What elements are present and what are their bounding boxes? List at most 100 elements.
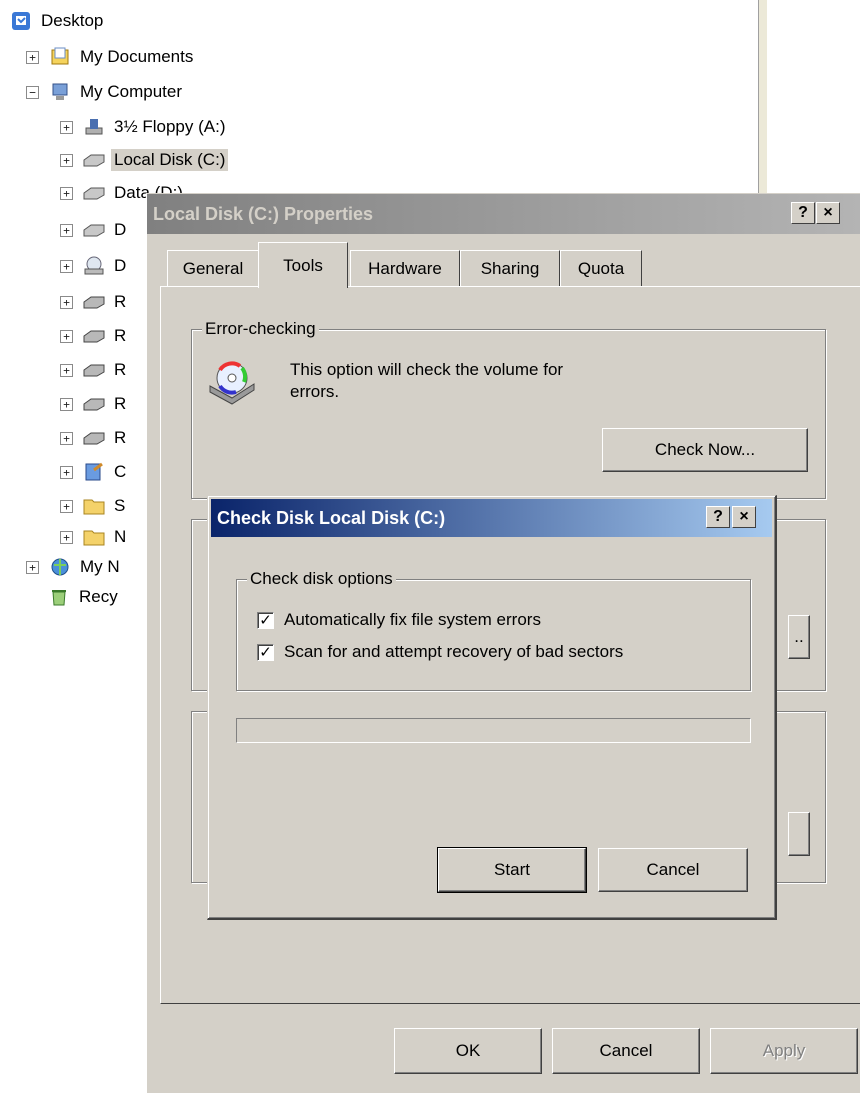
my-documents-icon xyxy=(49,47,71,67)
checkmark-icon: ✓ xyxy=(259,611,272,629)
button-label: Check Now... xyxy=(654,440,756,459)
expand-icon[interactable]: + xyxy=(60,295,73,309)
option-label: Automatically fix file system errors xyxy=(284,610,541,629)
expand-icon[interactable]: + xyxy=(60,329,73,343)
tree-label: R xyxy=(114,428,127,447)
tree-label: R xyxy=(114,360,127,379)
start-button[interactable]: Start xyxy=(437,847,587,893)
cancel-button[interactable]: Cancel xyxy=(552,1028,700,1074)
tree-label: Recy xyxy=(79,587,118,606)
checkmark-icon: ✓ xyxy=(259,643,272,661)
tree-item-folder[interactable]: + N xyxy=(60,520,129,554)
cd-drive-icon xyxy=(83,256,105,276)
tree-label: R xyxy=(114,326,127,345)
help-button[interactable]: ? xyxy=(706,506,730,528)
description-line: This option will check the volume for xyxy=(290,360,564,379)
recycle-bin-icon xyxy=(48,587,70,607)
option-label: Scan for and attempt recovery of bad sec… xyxy=(284,642,624,661)
button-label: .. xyxy=(794,627,804,646)
tree-label: S xyxy=(114,496,126,515)
tree-item-floppy[interactable]: + 3½ Floppy (A:) xyxy=(60,110,229,144)
expand-icon[interactable]: + xyxy=(26,560,39,574)
tab-quota[interactable]: Quota xyxy=(560,250,642,286)
fix-errors-checkbox[interactable]: ✓ xyxy=(257,611,274,629)
check-disk-dialog: Check Disk Local Disk (C:) ? × Check dis… xyxy=(207,495,777,920)
tree-item-network-drive[interactable]: + R xyxy=(60,353,129,387)
close-button[interactable]: × xyxy=(816,202,840,224)
tab-sharing[interactable]: Sharing xyxy=(460,250,560,286)
tree-item-recycle-bin[interactable]: Recy xyxy=(48,580,121,614)
tab-hardware[interactable]: Hardware xyxy=(350,250,460,286)
tab-general[interactable]: General xyxy=(167,250,259,286)
expand-icon[interactable]: + xyxy=(26,50,39,64)
hard-disk-icon xyxy=(83,183,105,203)
tree-item-my-network[interactable]: + My N xyxy=(26,550,123,584)
tab-label: Sharing xyxy=(480,258,540,278)
error-checking-group: Error-checking This option will check th… xyxy=(191,319,826,499)
ok-button[interactable]: OK xyxy=(394,1028,542,1074)
tree-label: Local Disk (C:) xyxy=(111,149,229,171)
tab-label: Quota xyxy=(577,258,625,278)
expand-icon[interactable]: + xyxy=(60,153,73,167)
tree-label: D xyxy=(114,220,127,239)
network-drive-icon xyxy=(83,326,105,346)
tree-item-network-drive[interactable]: + R xyxy=(60,387,129,421)
expand-icon[interactable]: + xyxy=(60,465,73,479)
partial-button[interactable] xyxy=(788,812,810,856)
close-button[interactable]: × xyxy=(732,506,756,528)
expand-icon[interactable]: + xyxy=(60,259,73,273)
tree-item-folder[interactable]: + S xyxy=(60,489,128,523)
apply-button[interactable]: Apply xyxy=(710,1028,858,1074)
tree-item-my-computer[interactable]: − My Computer xyxy=(26,75,185,109)
expand-icon[interactable]: + xyxy=(60,499,73,513)
collapse-icon[interactable]: − xyxy=(26,85,39,99)
tree-item-desktop[interactable]: Desktop xyxy=(10,4,106,38)
tab-label: Tools xyxy=(283,255,323,275)
cancel-button[interactable]: Cancel xyxy=(598,848,748,892)
group-legend: Check disk options xyxy=(247,569,396,589)
check-now-button[interactable]: Check Now... xyxy=(602,428,808,472)
tree-item-my-documents[interactable]: + My Documents xyxy=(26,40,196,74)
button-label: Cancel xyxy=(599,1041,653,1060)
fix-errors-option[interactable]: ✓ Automatically fix file system errors xyxy=(257,610,541,630)
network-drive-icon xyxy=(83,360,105,380)
tree-item-local-disk-c[interactable]: + Local Disk (C:) xyxy=(60,143,229,177)
close-icon: × xyxy=(823,204,833,221)
my-computer-icon xyxy=(49,82,71,102)
expand-icon[interactable]: + xyxy=(60,431,73,445)
button-label: Cancel xyxy=(646,860,700,879)
tree-label: Desktop xyxy=(41,11,104,30)
tree-label: R xyxy=(114,292,127,311)
tree-item-network-drive[interactable]: + R xyxy=(60,319,129,353)
properties-titlebar[interactable]: Local Disk (C:) Properties xyxy=(147,194,860,234)
check-disk-options-group: Check disk options ✓ Automatically fix f… xyxy=(236,569,751,691)
expand-icon[interactable]: + xyxy=(60,397,73,411)
button-label: Start xyxy=(494,860,530,879)
dialog-title: Local Disk (C:) Properties xyxy=(153,203,374,224)
expand-icon[interactable]: + xyxy=(60,530,73,544)
check-disk-titlebar[interactable]: Check Disk Local Disk (C:) xyxy=(211,499,772,537)
help-icon: ? xyxy=(713,508,723,525)
partial-button[interactable]: .. xyxy=(788,615,810,659)
scan-bad-sectors-option[interactable]: ✓ Scan for and attempt recovery of bad s… xyxy=(257,642,623,662)
scan-bad-sectors-checkbox[interactable]: ✓ xyxy=(257,643,274,661)
tree-label: C xyxy=(114,462,127,481)
network-drive-icon xyxy=(83,292,105,312)
floppy-drive-icon xyxy=(83,117,105,137)
help-button[interactable]: ? xyxy=(791,202,815,224)
tree-item-network-drive[interactable]: + R xyxy=(60,421,129,455)
tab-tools[interactable]: Tools xyxy=(258,242,348,288)
expand-icon[interactable]: + xyxy=(60,363,73,377)
description-line: errors. xyxy=(290,382,340,401)
tab-label: General xyxy=(182,258,244,278)
network-drive-icon xyxy=(83,394,105,414)
expand-icon[interactable]: + xyxy=(60,223,73,237)
expand-icon[interactable]: + xyxy=(60,120,73,134)
tree-label: 3½ Floppy (A:) xyxy=(114,117,226,136)
tree-item-drive[interactable]: + D xyxy=(60,213,129,247)
tree-item-network-drive[interactable]: + R xyxy=(60,285,129,319)
tree-item-control-panel[interactable]: + C xyxy=(60,455,129,489)
expand-icon[interactable]: + xyxy=(60,186,73,200)
tree-item-cd-drive[interactable]: + D xyxy=(60,249,129,283)
button-label: Apply xyxy=(762,1041,806,1060)
